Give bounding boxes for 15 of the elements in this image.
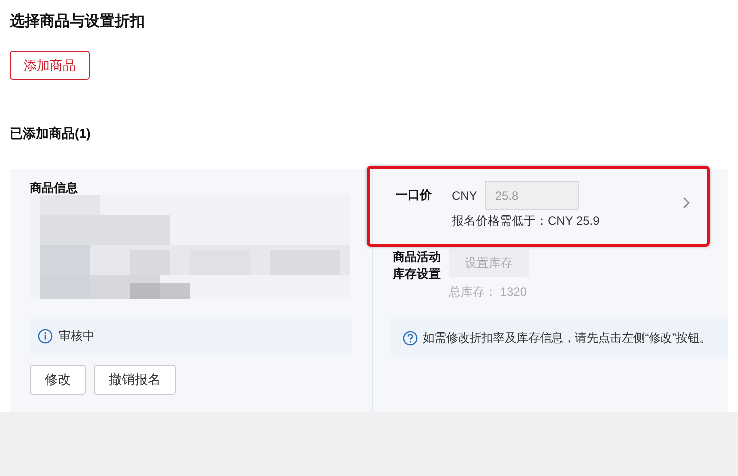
field-label: 一口价 (396, 187, 433, 204)
cancel-registration-button[interactable]: 撤销报名 (94, 365, 176, 395)
edit-button[interactable]: 修改 (30, 365, 86, 395)
total-stock-text: 总库存： 1320 (449, 284, 528, 301)
currency-label: CNY (452, 188, 478, 204)
page-title: 选择商品与设置折扣 (10, 12, 146, 32)
info-icon (38, 328, 53, 344)
notice-text: 如需修改折扣率及库存信息，请先点击左侧“修改”按钮。 (423, 330, 712, 347)
field-label: 商品活动 库存设置 (393, 249, 442, 283)
status-text: 审核中 (59, 328, 95, 345)
field-label: 商品信息 (30, 181, 79, 195)
price-hint: 报名价格需低于：CNY 25.9 (452, 213, 600, 230)
add-product-button[interactable]: 添加商品 (10, 51, 90, 80)
section-title: 已添加商品(1) (10, 125, 92, 143)
help-icon (403, 330, 418, 346)
